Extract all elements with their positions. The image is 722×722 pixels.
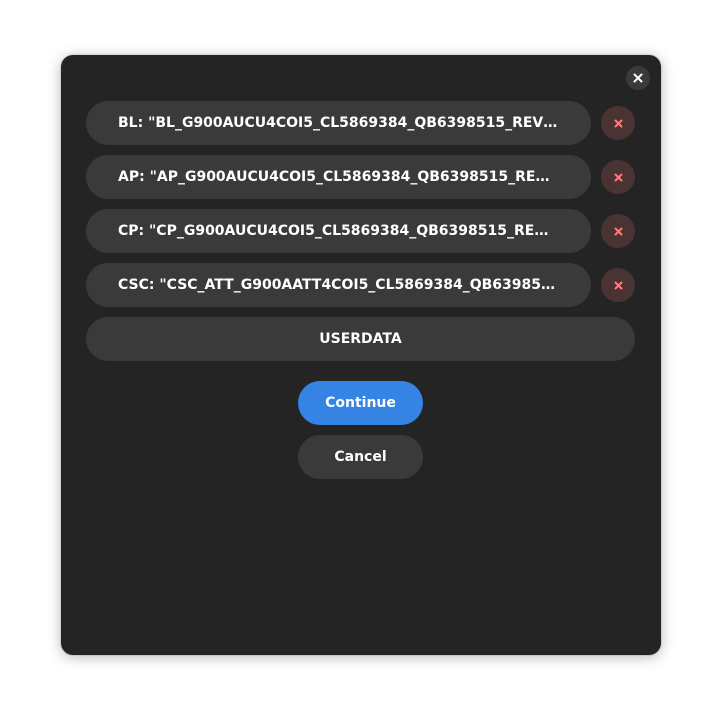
cancel-button[interactable]: Cancel [298,435,423,479]
remove-cp-button[interactable] [601,214,635,248]
remove-icon [614,281,622,289]
file-row-cp: CP: "CP_G900AUCU4COI5_CL5869384_QB639851… [86,209,635,253]
file-label-csc: CSC: "CSC_ATT_G900AATT4COI5_CL5869384_QB… [118,277,559,293]
remove-icon [614,119,622,127]
continue-button[interactable]: Continue [298,381,423,425]
file-button-cp[interactable]: CP: "CP_G900AUCU4COI5_CL5869384_QB639851… [86,209,591,253]
remove-icon [614,227,622,235]
file-label-bl: BL: "BL_G900AUCU4COI5_CL5869384_QB639851… [118,115,559,131]
file-row-bl: BL: "BL_G900AUCU4COI5_CL5869384_QB639851… [86,101,635,145]
remove-csc-button[interactable] [601,268,635,302]
file-row-csc: CSC: "CSC_ATT_G900AATT4COI5_CL5869384_QB… [86,263,635,307]
file-button-ap[interactable]: AP: "AP_G900AUCU4COI5_CL5869384_QB639851… [86,155,591,199]
remove-ap-button[interactable] [601,160,635,194]
file-button-csc[interactable]: CSC: "CSC_ATT_G900AATT4COI5_CL5869384_QB… [86,263,591,307]
file-label-cp: CP: "CP_G900AUCU4COI5_CL5869384_QB639851… [118,223,559,239]
file-row-ap: AP: "AP_G900AUCU4COI5_CL5869384_QB639851… [86,155,635,199]
close-icon [633,73,643,83]
dialog-window: BL: "BL_G900AUCU4COI5_CL5869384_QB639851… [61,55,661,655]
userdata-button[interactable]: USERDATA [86,317,635,361]
remove-icon [614,173,622,181]
file-label-ap: AP: "AP_G900AUCU4COI5_CL5869384_QB639851… [118,169,559,185]
close-dialog-button[interactable] [626,66,650,90]
file-button-bl[interactable]: BL: "BL_G900AUCU4COI5_CL5869384_QB639851… [86,101,591,145]
remove-bl-button[interactable] [601,106,635,140]
